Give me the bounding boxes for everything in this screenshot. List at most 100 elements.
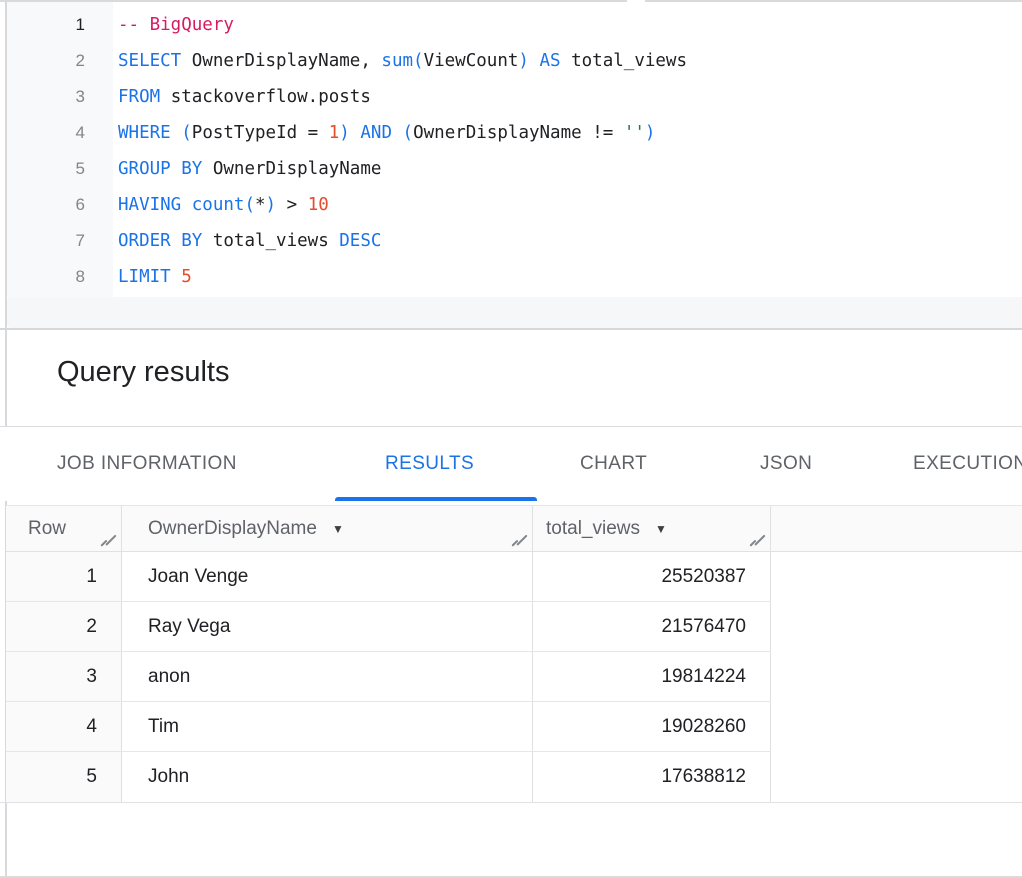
code-token (171, 123, 182, 143)
total-views-cell: 19028260 (533, 702, 771, 751)
code-token: '' (624, 123, 645, 143)
header-filler (771, 506, 1022, 551)
table-row[interactable]: 5John17638812 (6, 752, 771, 802)
code-token: PostTypeId = (192, 123, 329, 143)
results-tab-bar: JOB INFORMATION RESULTS CHART JSON EXECUTION… (0, 427, 1022, 501)
code-token: DESC (339, 231, 381, 251)
bigquery-query-results-screen: 1-- BigQuery2SELECT OwnerDisplayName, su… (0, 0, 1022, 878)
code-token: ) (266, 195, 277, 215)
owner-name-cell: Ray Vega (122, 602, 533, 651)
code-line[interactable]: 7ORDER BY total_views DESC (7, 223, 1022, 259)
code-token: ) (645, 123, 656, 143)
code-token: ( (403, 123, 414, 143)
total-views-cell: 19814224 (533, 652, 771, 701)
code-text: SELECT OwnerDisplayName, sum(ViewCount) … (85, 43, 687, 79)
line-number: 4 (7, 115, 85, 151)
total-views-cell: 21576470 (533, 602, 771, 651)
header-ownerdisplayname-label: OwnerDisplayName (148, 518, 317, 540)
code-token: AS (539, 51, 560, 71)
code-token: total_views (202, 231, 339, 251)
code-line[interactable]: 3FROM stackoverflow.posts (7, 79, 1022, 115)
header-total-views[interactable]: total_views ▼ (533, 506, 771, 551)
code-token (350, 123, 361, 143)
code-text: ORDER BY total_views DESC (85, 223, 381, 259)
code-token: GROUP BY (118, 159, 202, 179)
line-number: 3 (7, 79, 85, 115)
total-views-cell: 25520387 (533, 552, 771, 601)
code-token: SELECT (118, 51, 181, 71)
table-row[interactable]: 4Tim19028260 (6, 702, 771, 752)
column-dropdown-icon[interactable]: ▼ (655, 522, 667, 536)
column-resize-handle[interactable] (748, 531, 765, 548)
code-token: HAVING (118, 195, 181, 215)
code-token: OwnerDisplayName (202, 159, 381, 179)
code-token: ( (181, 123, 192, 143)
code-token: total_views (561, 51, 687, 71)
header-row-number: Row (6, 506, 122, 551)
code-text: HAVING count(*) > 10 (85, 187, 329, 223)
query-results-title: Query results (57, 356, 229, 389)
code-text: WHERE (PostTypeId = 1) AND (OwnerDisplay… (85, 115, 655, 151)
code-token: OwnerDisplayName, (181, 51, 381, 71)
sql-editor[interactable]: 1 -- BigQuery 2SELECT OwnerDisplayName, su… (7, 2, 1022, 297)
code-text: GROUP BY OwnerDisplayName (85, 151, 381, 187)
code-line[interactable]: 8LIMIT 5 (7, 259, 1022, 295)
code-line[interactable]: 1 -- BigQuery (7, 7, 1022, 43)
code-token: 10 (308, 195, 329, 215)
table-row[interactable]: 1Joan Venge25520387 (6, 552, 771, 602)
code-text: -- BigQuery (85, 7, 234, 43)
code-token: FROM (118, 87, 160, 107)
code-token: sum( (381, 51, 423, 71)
code-area[interactable]: 1 -- BigQuery 2SELECT OwnerDisplayName, su… (7, 7, 1022, 295)
header-total-views-label: total_views (546, 518, 640, 540)
code-token (181, 195, 192, 215)
row-number-cell: 2 (6, 602, 122, 651)
line-number: 5 (7, 151, 85, 187)
line-number: 1 (7, 7, 85, 43)
owner-name-cell: Tim (122, 702, 533, 751)
row-number-cell: 5 (6, 752, 122, 802)
code-token (392, 123, 403, 143)
editor-horizontal-scrollbar[interactable] (7, 297, 1022, 328)
code-text: LIMIT 5 (85, 259, 192, 295)
table-bottom-border (0, 802, 1022, 803)
code-token: WHERE (118, 123, 171, 143)
owner-name-cell: Joan Venge (122, 552, 533, 601)
column-dropdown-icon[interactable]: ▼ (332, 522, 344, 536)
code-token (529, 51, 540, 71)
code-token: -- BigQuery (118, 15, 234, 35)
row-number-cell: 1 (6, 552, 122, 601)
header-row-label: Row (28, 518, 66, 540)
code-line[interactable]: 4WHERE (PostTypeId = 1) AND (OwnerDispla… (7, 115, 1022, 151)
tab-json[interactable]: JSON (760, 427, 812, 501)
code-token: ) (518, 51, 529, 71)
code-line[interactable]: 5GROUP BY OwnerDisplayName (7, 151, 1022, 187)
table-row[interactable]: 2Ray Vega21576470 (6, 602, 771, 652)
total-views-cell: 17638812 (533, 752, 771, 802)
code-token: stackoverflow.posts (160, 87, 371, 107)
row-number-cell: 3 (6, 652, 122, 701)
line-number: 8 (7, 259, 85, 295)
table-row[interactable]: 3anon19814224 (6, 652, 771, 702)
owner-name-cell: John (122, 752, 533, 802)
header-ownerdisplayname[interactable]: OwnerDisplayName ▼ (122, 506, 533, 551)
code-token: ORDER BY (118, 231, 202, 251)
row-number-cell: 4 (6, 702, 122, 751)
tab-chart[interactable]: CHART (580, 427, 647, 501)
table-body: 1Joan Venge255203872Ray Vega215764703ano… (6, 552, 771, 802)
code-token: * (255, 195, 266, 215)
tab-job-information[interactable]: JOB INFORMATION (57, 427, 237, 501)
code-text: FROM stackoverflow.posts (85, 79, 371, 115)
code-token: ) (339, 123, 350, 143)
code-token: LIMIT (118, 267, 171, 287)
code-token: ViewCount (424, 51, 519, 71)
code-line[interactable]: 6HAVING count(*) > 10 (7, 187, 1022, 223)
code-token: AND (360, 123, 392, 143)
tab-execution-details[interactable]: EXECUTION DETAILS (913, 427, 1022, 501)
code-line[interactable]: 2SELECT OwnerDisplayName, sum(ViewCount)… (7, 43, 1022, 79)
column-resize-handle[interactable] (510, 531, 527, 548)
line-number: 6 (7, 187, 85, 223)
tab-results[interactable]: RESULTS (385, 427, 474, 501)
code-token: 1 (329, 123, 340, 143)
column-resize-handle[interactable] (99, 531, 116, 548)
